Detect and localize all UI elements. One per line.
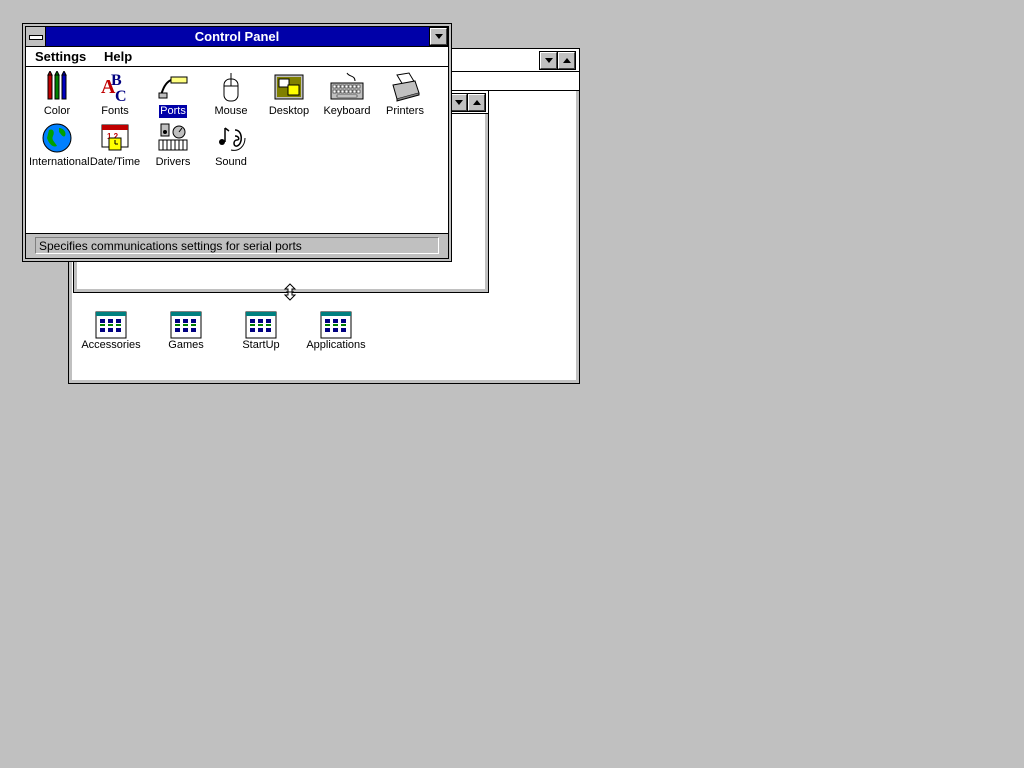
- group-minimize-button[interactable]: [449, 93, 468, 112]
- program-group-games[interactable]: Games: [151, 311, 221, 352]
- cp-item-international[interactable]: International: [28, 122, 90, 169]
- system-menu-button[interactable]: [26, 27, 46, 46]
- cp-item-label: Fonts: [101, 105, 129, 117]
- control-panel-titlebar[interactable]: Control Panel: [26, 27, 448, 47]
- control-panel-frame: Control Panel Settings Help Color A B C …: [25, 26, 449, 259]
- printer-icon: [392, 72, 420, 102]
- system-menu-icon: [29, 35, 43, 40]
- resize-cursor-icon: [283, 283, 297, 304]
- group-label: Accessories: [81, 339, 141, 351]
- menu-settings[interactable]: Settings: [35, 47, 86, 66]
- cp-item-sound[interactable]: Sound: [202, 122, 260, 169]
- drivers-icon: [158, 123, 188, 151]
- color-icon: [47, 71, 67, 100]
- cp-item-label: Desktop: [268, 105, 310, 117]
- sound-icon: [219, 127, 246, 151]
- desktop-icon: [274, 74, 304, 100]
- control-panel-minimize-button[interactable]: [429, 27, 448, 46]
- control-panel-window[interactable]: Control Panel Settings Help Color A B C …: [22, 23, 452, 262]
- cp-item-label: Mouse: [214, 105, 248, 117]
- svg-text:C: C: [115, 88, 127, 103]
- program-group-icon: [95, 311, 127, 339]
- menu-settings-label: Settings: [35, 49, 87, 64]
- clock-calendar-icon: 1 2: [101, 124, 129, 151]
- program-group-icon: [170, 311, 202, 339]
- status-bar: Specifies communications settings for se…: [26, 233, 448, 258]
- cp-item-label: International: [29, 156, 90, 168]
- cp-item-label: Ports: [159, 105, 187, 118]
- group-maximize-button[interactable]: [467, 93, 486, 112]
- cp-item-keyboard[interactable]: Keyboard: [318, 71, 376, 118]
- globe-icon: [42, 123, 72, 153]
- svg-text:B: B: [111, 72, 122, 89]
- program-group-accessories[interactable]: Accessories: [76, 311, 146, 352]
- cp-item-color[interactable]: Color: [28, 71, 86, 118]
- program-group-applications[interactable]: Applications: [301, 311, 371, 352]
- cp-item-printers[interactable]: Printers: [376, 71, 434, 118]
- cp-item-label: Printers: [386, 105, 424, 117]
- ports-icon: [158, 76, 188, 99]
- program-group-startup[interactable]: StartUp: [226, 311, 296, 352]
- maximize-arrow-icon: [562, 58, 571, 63]
- cp-item-desktop[interactable]: Desktop: [260, 71, 318, 118]
- group-maximize-arrow-icon: [472, 100, 481, 105]
- program-group-icon: [320, 311, 352, 339]
- status-text: Specifies communications settings for se…: [35, 237, 439, 254]
- cp-item-label: Date/Time: [89, 156, 141, 168]
- group-label: StartUp: [242, 339, 280, 351]
- minimize-arrow-icon: [544, 58, 553, 63]
- cp-item-mouse[interactable]: Mouse: [202, 71, 260, 118]
- keyboard-icon: [330, 72, 364, 100]
- window-title: Control Panel: [194, 29, 280, 44]
- minimize-button[interactable]: [539, 51, 558, 70]
- group-label: Applications: [306, 339, 366, 351]
- cp-item-datetime[interactable]: 1 2 Date/Time: [86, 122, 144, 169]
- menu-help-label: Help: [104, 49, 133, 64]
- cp-item-label: Color: [43, 105, 71, 117]
- program-group-icon: [245, 311, 277, 339]
- cp-item-label: Drivers: [155, 156, 191, 168]
- cp-item-label: Keyboard: [323, 105, 371, 117]
- control-panel-menubar: Settings Help: [26, 47, 448, 67]
- group-minimize-arrow-icon: [454, 100, 463, 105]
- menu-help[interactable]: Help: [104, 47, 132, 66]
- maximize-button[interactable]: [557, 51, 576, 70]
- group-label: Games: [168, 339, 204, 351]
- fonts-icon: A B C: [101, 72, 127, 103]
- cp-item-drivers[interactable]: Drivers: [144, 122, 202, 169]
- mouse-icon: [223, 73, 239, 102]
- minimize-arrow-icon: [434, 34, 443, 39]
- cp-item-ports[interactable]: Ports: [144, 71, 202, 118]
- cp-item-fonts[interactable]: A B C Fonts: [86, 71, 144, 118]
- cp-item-label: Sound: [215, 156, 247, 168]
